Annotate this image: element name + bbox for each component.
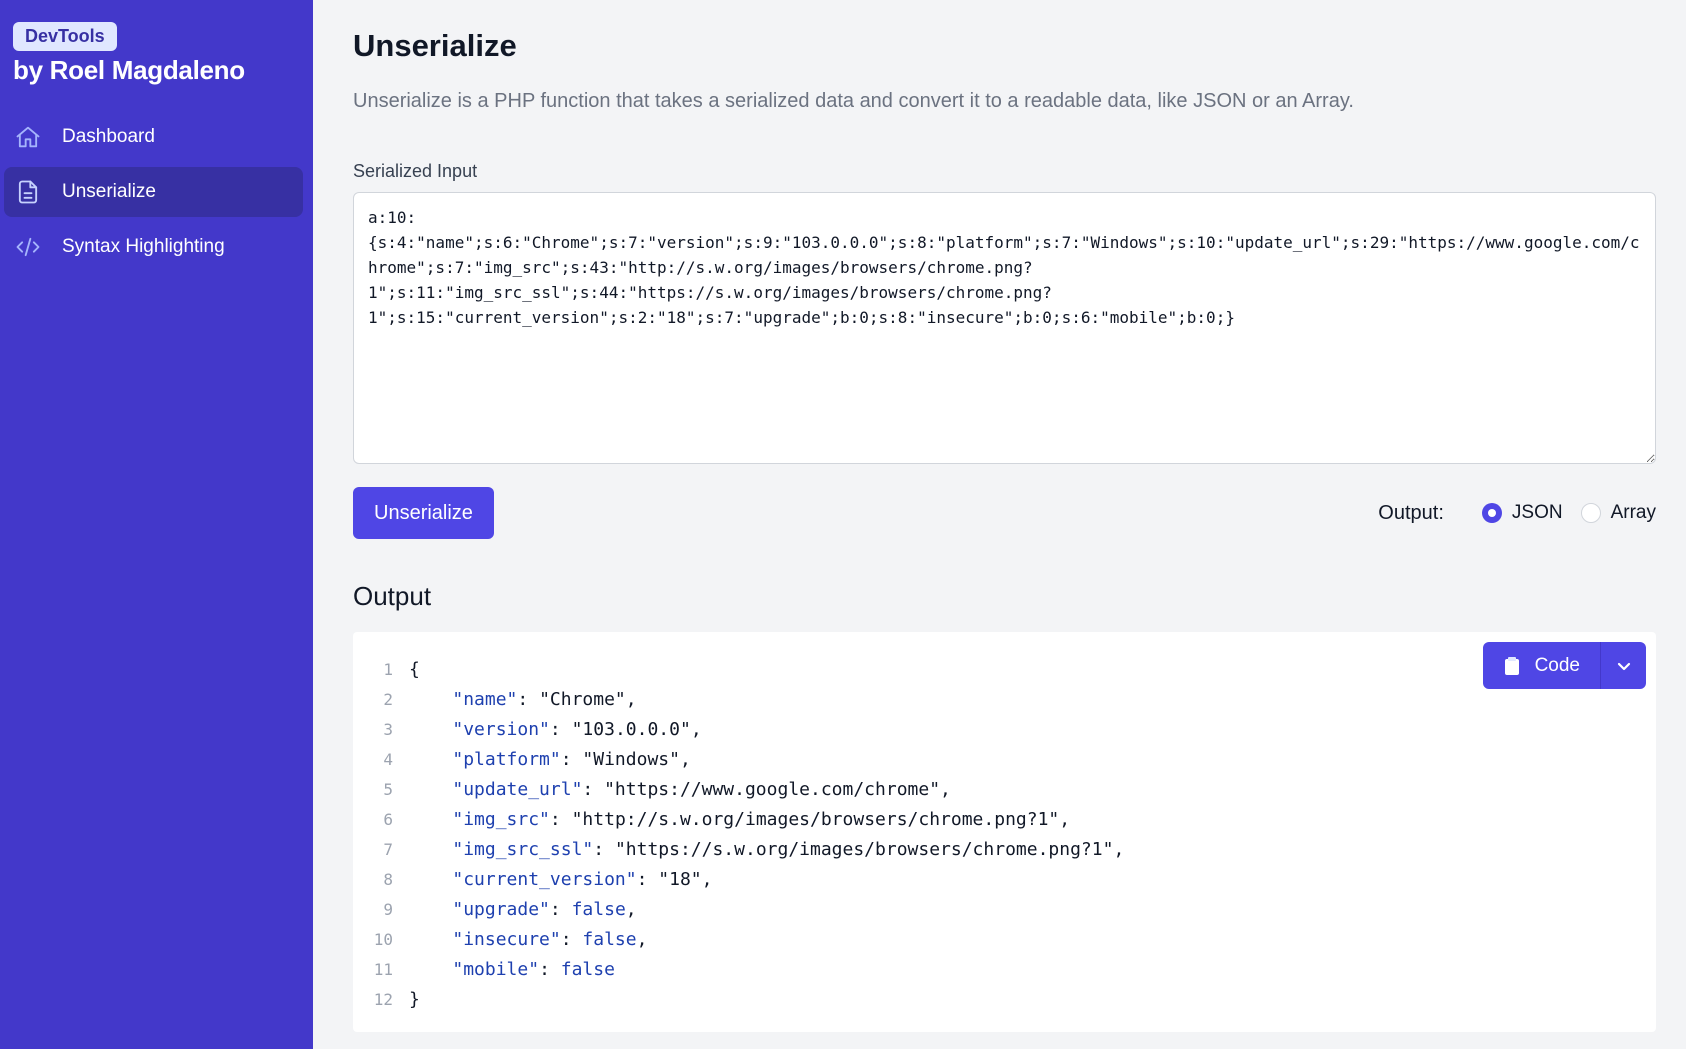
brand-badge: DevTools [13,22,117,51]
copy-code-button[interactable]: Code [1483,642,1601,689]
sidebar-nav: Dashboard Unserialize Syntax Highlightin… [4,112,303,272]
code-line: 7 "img_src_ssl": "https://s.w.org/images… [353,834,1656,864]
line-number: 2 [383,689,393,709]
code-line: 11 "mobile": false [353,954,1656,984]
code-line: 12} [353,984,1656,1014]
sidebar-item-dashboard[interactable]: Dashboard [4,112,303,162]
output-array-radio[interactable]: Array [1580,502,1656,524]
radio-checked-icon[interactable] [1481,503,1502,523]
output-title: Output [353,581,432,611]
code-dropdown-button[interactable] [1601,642,1646,689]
line-code: "upgrade": false, [452,898,637,920]
document-icon [14,178,42,206]
line-number: 9 [383,899,393,919]
code-button-group: Code [1482,642,1646,689]
line-number: 7 [383,839,393,859]
line-number: 5 [383,779,393,799]
chevron-down-icon [1617,662,1630,670]
serialized-input[interactable]: a:10: {s:4:"name";s:6:"Chrome";s:7:"vers… [353,192,1656,464]
line-number: 3 [383,719,393,739]
line-number: 8 [383,869,393,889]
code-line: 6 "img_src": "http://s.w.org/images/brow… [353,804,1656,834]
radio-label: JSON [1511,502,1563,523]
line-code: "mobile": false [452,958,615,980]
sidebar-item-label: Unserialize [62,181,156,202]
line-code: { [409,658,420,680]
code-icon [14,233,42,261]
line-code: "img_src_ssl": "https://s.w.org/images/b… [452,838,1125,860]
line-code: "insecure": false, [452,928,648,950]
code-line: 4 "platform": "Windows", [353,744,1656,774]
line-number: 6 [383,809,393,829]
code-line: 3 "version": "103.0.0.0", [353,714,1656,744]
line-code: "version": "103.0.0.0", [452,718,702,740]
code-line: 5 "update_url": "https://www.google.com/… [353,774,1656,804]
main-content: Unserialize Unserialize is a PHP functio… [313,0,1686,1049]
sidebar-item-unserialize[interactable]: Unserialize [4,167,303,217]
line-code: "img_src": "http://s.w.org/images/browse… [452,808,1071,830]
output-format-options: Output: JSON Array [1378,502,1656,525]
page-title: Unserialize [353,28,517,63]
brand: DevTools by Roel Magdaleno [4,22,303,86]
line-code: "update_url": "https://www.google.com/ch… [452,778,951,800]
unserialize-button[interactable]: Unserialize [353,487,494,539]
line-code: "current_version": "18", [452,868,713,890]
code-line: 8 "current_version": "18", [353,864,1656,894]
code-line: 10 "insecure": false, [353,924,1656,954]
code-line: 9 "upgrade": false, [353,894,1656,924]
sidebar-item-label: Dashboard [62,126,155,147]
line-number: 1 [383,659,393,679]
code-line: 1{ [353,654,1656,684]
line-number: 4 [383,749,393,769]
line-code: } [409,988,420,1010]
output-code-panel: 1{2 "name": "Chrome", 3 "version": "103.0… [353,632,1656,1032]
home-icon [14,123,42,151]
output-format-label: Output: [1378,501,1444,524]
actions-row: Unserialize Output: JSON Array [353,487,1656,539]
sidebar: DevTools by Roel Magdaleno Dashboard Uns… [0,0,313,1049]
output-json-radio[interactable]: JSON [1481,502,1563,524]
line-number: 12 [373,989,393,1009]
sidebar-item-label: Syntax Highlighting [62,236,225,257]
radio-unchecked-icon[interactable] [1580,503,1601,523]
clipboard-icon [1504,656,1519,675]
line-code: "platform": "Windows", [452,748,691,770]
code-line: 2 "name": "Chrome", [353,684,1656,714]
radio-label: Array [1610,502,1656,523]
sidebar-item-syntax-highlighting[interactable]: Syntax Highlighting [4,222,303,272]
line-code: "name": "Chrome", [452,688,637,710]
copy-code-label: Code [1534,654,1580,676]
brand-author: by Roel Magdaleno [13,55,245,85]
line-number: 11 [373,959,393,979]
serialized-input-label: Serialized Input [353,161,478,181]
page-description: Unserialize is a PHP function that takes… [353,90,1354,112]
line-number: 10 [373,929,393,949]
code-block: 1{2 "name": "Chrome", 3 "version": "103.0… [353,654,1656,1014]
